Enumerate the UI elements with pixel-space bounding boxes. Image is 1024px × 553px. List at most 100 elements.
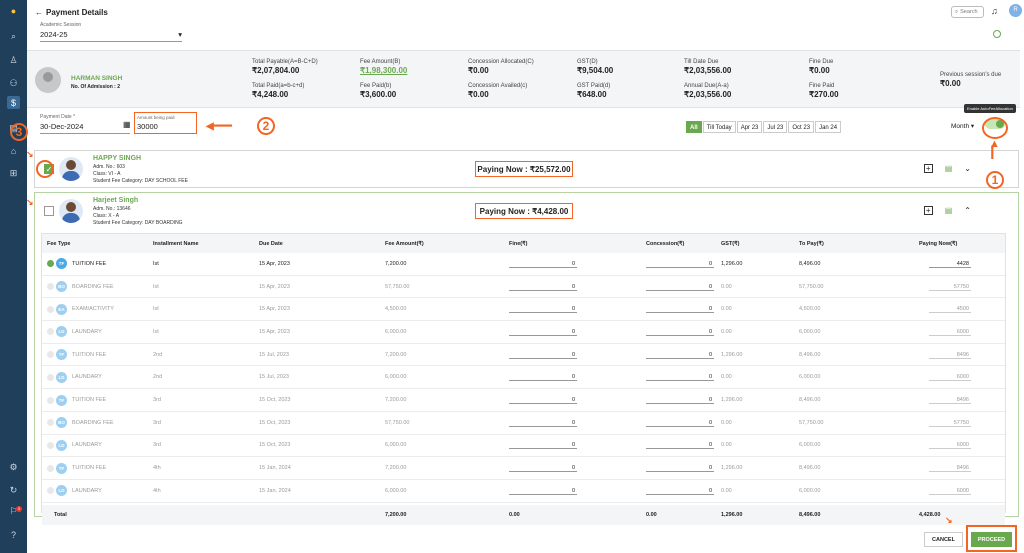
history-icon[interactable] <box>993 30 1001 38</box>
concession-input[interactable]: 0 <box>646 441 714 450</box>
due-cell: 15 Jul, 2023 <box>259 374 289 381</box>
fine-input[interactable]: 0 <box>509 373 577 382</box>
filter-all[interactable]: All <box>686 121 702 133</box>
search-input[interactable]: ⌕ Search <box>951 6 984 18</box>
row-select-icon[interactable] <box>47 305 54 313</box>
paying-input[interactable]: 57750 <box>929 419 971 427</box>
fee-structure-icon[interactable]: ▤ <box>945 164 953 173</box>
paying-input[interactable]: 4428 <box>929 260 971 268</box>
paying-input[interactable]: 6000 <box>929 328 971 336</box>
fine-input[interactable]: 0 <box>509 305 577 314</box>
concession-input[interactable]: 0 <box>646 487 714 495</box>
back-button[interactable]: ← Payment Details <box>35 8 108 17</box>
proceed-button[interactable]: PROCEED <box>971 532 1012 547</box>
fine-input[interactable]: 0 <box>509 487 577 495</box>
user-avatar[interactable]: R <box>1009 4 1022 17</box>
help-icon[interactable]: ? <box>7 528 20 541</box>
view-mode-select[interactable]: Month ▾ <box>951 122 974 130</box>
fine-input[interactable]: 0 <box>509 351 577 359</box>
paying-input[interactable]: 6000 <box>929 373 971 382</box>
sibling-name: Harjeet Singh <box>93 197 139 204</box>
filter-till-today[interactable]: Till Today <box>702 121 736 133</box>
app-logo-icon[interactable]: ● <box>7 4 20 17</box>
row-select-icon[interactable] <box>47 283 54 291</box>
concession-input[interactable]: 0 <box>646 328 714 336</box>
add-icon[interactable]: + <box>923 206 933 215</box>
fine-input[interactable]: 0 <box>509 328 577 336</box>
fine-input[interactable]: 0 <box>509 396 577 405</box>
fine-input[interactable]: 0 <box>509 260 577 268</box>
calendar-icon[interactable]: ▦ <box>123 120 131 129</box>
concession-input[interactable]: 0 <box>646 283 714 291</box>
amount-field[interactable]: Amount being paid 30000 <box>134 112 197 134</box>
amount-cell: 6,000.00 <box>385 487 407 494</box>
installment-cell: 3rd <box>153 442 161 449</box>
annotation-arrow-icon: ↘ <box>26 197 34 207</box>
row-select-icon[interactable] <box>47 396 54 404</box>
concession-input[interactable]: 0 <box>646 396 714 405</box>
paying-input[interactable]: 6000 <box>929 487 971 495</box>
fine-input[interactable]: 0 <box>509 283 577 291</box>
top-bar: ← Payment Details Academic Session 2024-… <box>27 0 1024 48</box>
gst-cell: 0.00 <box>721 328 732 335</box>
table-row: LD LAUNDARY Ist 15 Apr, 2023 6,000.00 0 0 0.00 6… <box>42 321 1005 344</box>
gst-cell: 0.00 <box>721 283 732 290</box>
fee-type-cell: TF TUITION FEE <box>47 253 106 275</box>
student-icon[interactable]: ♙ <box>7 54 20 67</box>
installment-cell: Ist <box>153 306 159 313</box>
paying-input[interactable]: 6000 <box>929 441 971 450</box>
annotation-1: 1 <box>986 171 1004 189</box>
filter-jan-24[interactable]: Jan 24 <box>815 121 842 133</box>
cancel-button[interactable]: CANCEL <box>924 532 963 547</box>
building-icon[interactable]: ⌂ <box>7 144 20 157</box>
row-select-icon[interactable] <box>47 419 54 427</box>
fee-structure-icon[interactable]: ▤ <box>945 206 953 215</box>
row-select-icon[interactable] <box>47 373 54 381</box>
row-select-icon[interactable] <box>47 464 54 472</box>
fine-cell: 0 <box>509 389 577 411</box>
fine-input[interactable]: 0 <box>509 419 577 427</box>
settings-icon[interactable]: ⚙ <box>7 461 20 474</box>
summary-gst: GST(D) ₹9,504.00 <box>577 59 614 75</box>
concession-input[interactable]: 0 <box>646 305 714 314</box>
concession-input[interactable]: 0 <box>646 419 714 427</box>
paying-input[interactable]: 8496 <box>929 396 971 405</box>
filter-jul-23[interactable]: Jul 23 <box>763 121 788 133</box>
row-select-icon[interactable] <box>47 441 54 449</box>
bell-icon[interactable]: ♫ <box>991 6 998 16</box>
concession-input[interactable]: 0 <box>646 351 714 359</box>
row-select-icon[interactable] <box>47 351 54 359</box>
paying-input[interactable]: 57750 <box>929 283 971 291</box>
fee-type-cell: EA EXAM/ACTIVITY <box>47 298 114 320</box>
fine-input[interactable]: 0 <box>509 464 577 473</box>
row-select-icon[interactable] <box>47 260 54 268</box>
amount-cell: 57,750.00 <box>385 419 410 426</box>
filter-apr-23[interactable]: Apr 23 <box>736 121 763 133</box>
chevron-up-icon[interactable]: ⌃ <box>964 206 971 215</box>
filter-oct-23[interactable]: Oct 23 <box>788 121 815 133</box>
row-select-icon[interactable] <box>47 487 54 495</box>
add-icon[interactable]: + <box>923 164 933 173</box>
payment-date-field[interactable]: 30-Dec-2024 <box>40 122 130 134</box>
users-icon[interactable]: ⚇ <box>7 77 20 90</box>
concession-input[interactable]: 0 <box>646 464 714 473</box>
sibling-checkbox[interactable] <box>44 206 54 216</box>
chevron-down-icon[interactable]: ⌄ <box>964 164 971 173</box>
refresh-icon[interactable]: ↻ <box>7 484 20 497</box>
paying-input[interactable]: 8496 <box>929 351 971 359</box>
fee-icon[interactable]: $ <box>7 96 20 109</box>
concession-input[interactable]: 0 <box>646 373 714 382</box>
summary-fee-amount[interactable]: Fee Amount(B) ₹1,98,300.00 <box>360 59 407 75</box>
bus-icon[interactable]: ⊞ <box>7 167 20 180</box>
row-select-icon[interactable] <box>47 328 54 336</box>
search-icon[interactable]: ⌕ <box>7 30 20 43</box>
paying-input[interactable]: 8496 <box>929 464 971 473</box>
fine-input[interactable]: 0 <box>509 441 577 450</box>
paying-cell: 6000 <box>929 435 971 457</box>
fine-cell: 0 <box>509 253 577 275</box>
concession-input[interactable]: 0 <box>646 260 714 268</box>
paying-input[interactable]: 4500 <box>929 305 971 314</box>
fee-type-cell: BO BOARDING FEE <box>47 412 114 434</box>
session-select[interactable]: 2024-25 ▾ <box>40 30 182 42</box>
toggle-tooltip: Enable AutoFeeAllocation <box>964 104 1016 113</box>
